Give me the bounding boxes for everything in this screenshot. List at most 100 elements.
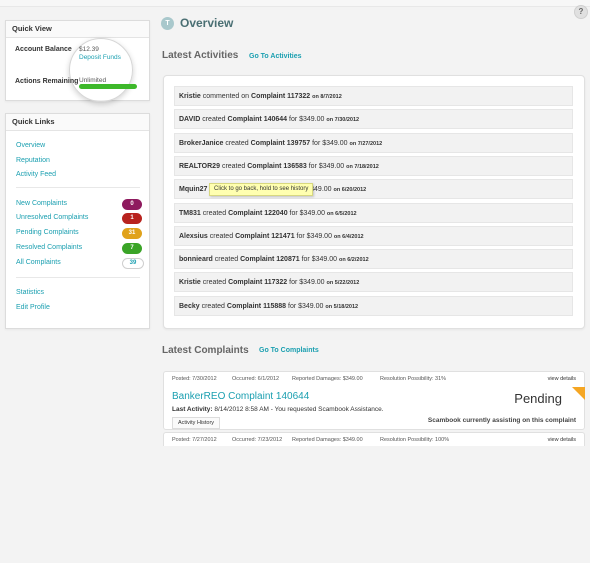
activity-complaint: Complaint 140644 (227, 116, 288, 124)
activity-verb: commented on (202, 93, 250, 100)
link-unresolved-complaints[interactable]: Unresolved Complaints (16, 214, 88, 221)
complaint-posted: Posted: 7/27/2012 (172, 437, 217, 443)
activity-user: bonnieard (179, 256, 213, 264)
activity-user: Kristie (179, 93, 201, 100)
badge-unresolved-complaints: 1 (122, 213, 142, 224)
activity-complaint: Complaint 121471 (235, 232, 295, 240)
activity-verb: created (214, 256, 239, 264)
link-activity-feed[interactable]: Activity Feed (16, 171, 56, 178)
last-activity-label: Last Activity: (172, 406, 213, 413)
complaint-card: Posted: 7/27/2012 Occurred: 7/23/2012 Re… (163, 432, 585, 446)
activity-amount: for $349.00 (308, 162, 345, 170)
activity-verb: created (209, 232, 234, 240)
activity-row[interactable]: REALTOR29 created Complaint 136583 for $… (174, 155, 573, 176)
activity-complaint: Complaint 139757 (250, 139, 311, 147)
help-icon[interactable]: ? (574, 5, 588, 19)
actions-remaining-bar (79, 84, 137, 89)
complaint-last-activity: Last Activity: 8/14/2012 8:58 AM - You r… (172, 406, 384, 413)
activity-complaint: Complaint 117322 (251, 93, 311, 100)
activity-row[interactable]: DAVID created Complaint 140644 for $349.… (174, 109, 573, 130)
activity-amount: for $349.00 (289, 279, 325, 287)
top-bar (0, 0, 590, 7)
back-button-tooltip: Click to go back, hold to see history (209, 183, 314, 196)
activity-date: on 6/4/2012 (333, 233, 364, 240)
activity-amount: for $349.00 (296, 232, 332, 240)
link-resolved-complaints[interactable]: Resolved Complaints (16, 244, 82, 251)
page-title: Overview (180, 16, 234, 30)
link-pending-complaints[interactable]: Pending Complaints (16, 229, 79, 236)
activity-row[interactable]: Kristie created Complaint 117322 for $34… (174, 272, 573, 293)
divider (16, 187, 140, 188)
activity-user: Mquin27 (179, 186, 208, 194)
activity-date: on 6/20/2012 (333, 187, 367, 194)
activity-user: TM831 (179, 209, 201, 217)
link-overview[interactable]: Overview (16, 142, 45, 149)
badge-resolved-complaints: 7 (122, 243, 142, 254)
complaint-posted: Posted: 7/30/2012 (172, 376, 217, 382)
activity-verb: created (221, 162, 246, 170)
activity-user: BrokerJanice (179, 139, 224, 147)
activity-verb: created (202, 209, 227, 217)
activity-history-tab[interactable]: Activity History (172, 417, 221, 429)
activity-date: on 5/22/2012 (326, 280, 360, 287)
activity-user: Becky (179, 302, 200, 310)
account-balance-label: Account Balance (15, 46, 72, 53)
link-new-complaints[interactable]: New Complaints (16, 200, 67, 207)
activity-date: on 7/18/2012 (346, 163, 379, 170)
activity-date: on 7/27/2012 (349, 140, 383, 147)
complaint-card: Posted: 7/30/2012 Occurred: 6/1/2012 Rep… (163, 371, 585, 430)
link-edit-profile[interactable]: Edit Profile (16, 304, 50, 311)
activity-date: on 8/7/2012 (312, 94, 342, 100)
badge-pending-complaints: 31 (122, 228, 142, 239)
account-balance-value: $12.39 (79, 46, 99, 53)
activity-row[interactable]: Becky created Complaint 115888 for $349.… (174, 295, 573, 316)
activity-amount: for $349.00 (288, 302, 324, 310)
overview-icon: T (161, 17, 174, 30)
activity-row[interactable]: Kristie commented on Complaint 117322 on… (174, 86, 573, 106)
activity-amount: for $349.00 (312, 139, 348, 147)
activity-date: on 5/18/2012 (325, 303, 359, 310)
activity-amount: for $349.00 (301, 256, 338, 264)
activity-date: on 7/30/2012 (326, 117, 360, 124)
latest-activities-title: Latest Activities (162, 50, 239, 61)
complaint-status: Pending (514, 391, 562, 406)
complaint-occurred: Occurred: 7/23/2012 (232, 437, 283, 443)
assist-note: Scambook currently assisting on this com… (427, 417, 576, 424)
actions-remaining-label: Actions Remaining (15, 78, 79, 85)
latest-complaints-title: Latest Complaints (162, 345, 249, 356)
activity-complaint: Complaint 117322 (228, 279, 288, 287)
actions-remaining-value: Unlimited (79, 77, 107, 84)
complaint-damages: Reported Damages: $349.00 (292, 437, 363, 443)
activity-date: on 6/5/2012 (326, 210, 357, 217)
activity-complaint: Complaint 122040 (228, 209, 288, 217)
complaint-title-link[interactable]: BankerREO Complaint 140644 (172, 391, 309, 402)
quick-links-title: Quick Links (6, 114, 149, 131)
link-reputation[interactable]: Reputation (16, 157, 50, 164)
activity-row[interactable]: BrokerJanice created Complaint 139757 fo… (174, 132, 573, 153)
activity-user: DAVID (179, 116, 201, 124)
deposit-funds-link[interactable]: Deposit Funds (79, 54, 121, 61)
activity-row[interactable]: bonnieard created Complaint 120871 for $… (174, 249, 573, 270)
view-details-link[interactable]: view details (548, 376, 576, 382)
activity-verb: created (225, 139, 249, 147)
view-details-link[interactable]: view details (548, 437, 576, 443)
activity-row[interactable]: TM831 created Complaint 122040 for $349.… (174, 202, 573, 223)
activity-verb: created (202, 116, 226, 124)
link-statistics[interactable]: Statistics (16, 289, 44, 296)
divider (16, 277, 140, 278)
quick-view-panel: Quick View Account Balance $12.39 Deposi… (5, 20, 150, 102)
complaint-possibility: Resolution Possibility: 100% (380, 437, 450, 443)
complaint-possibility: Resolution Possibility: 31% (380, 376, 447, 382)
activity-amount: for $349.00 (289, 116, 325, 124)
activity-complaint: Complaint 115888 (226, 302, 287, 310)
activity-row[interactable]: Alexsius created Complaint 121471 for $3… (174, 225, 573, 246)
activity-verb: created (202, 279, 227, 287)
go-to-complaints-link[interactable]: Go To Complaints (259, 347, 319, 354)
go-to-activities-link[interactable]: Go To Activities (249, 53, 302, 60)
quick-links-panel: Quick Links Overview Reputation Activity… (5, 113, 150, 329)
badge-new-complaints: 0 (122, 199, 142, 210)
activity-amount: for $349.00 (289, 209, 325, 217)
activity-complaint: Complaint 136583 (247, 162, 307, 170)
last-activity-value: 8/14/2012 8:58 AM - You requested Scambo… (214, 406, 384, 413)
link-all-complaints[interactable]: All Complaints (16, 259, 61, 266)
